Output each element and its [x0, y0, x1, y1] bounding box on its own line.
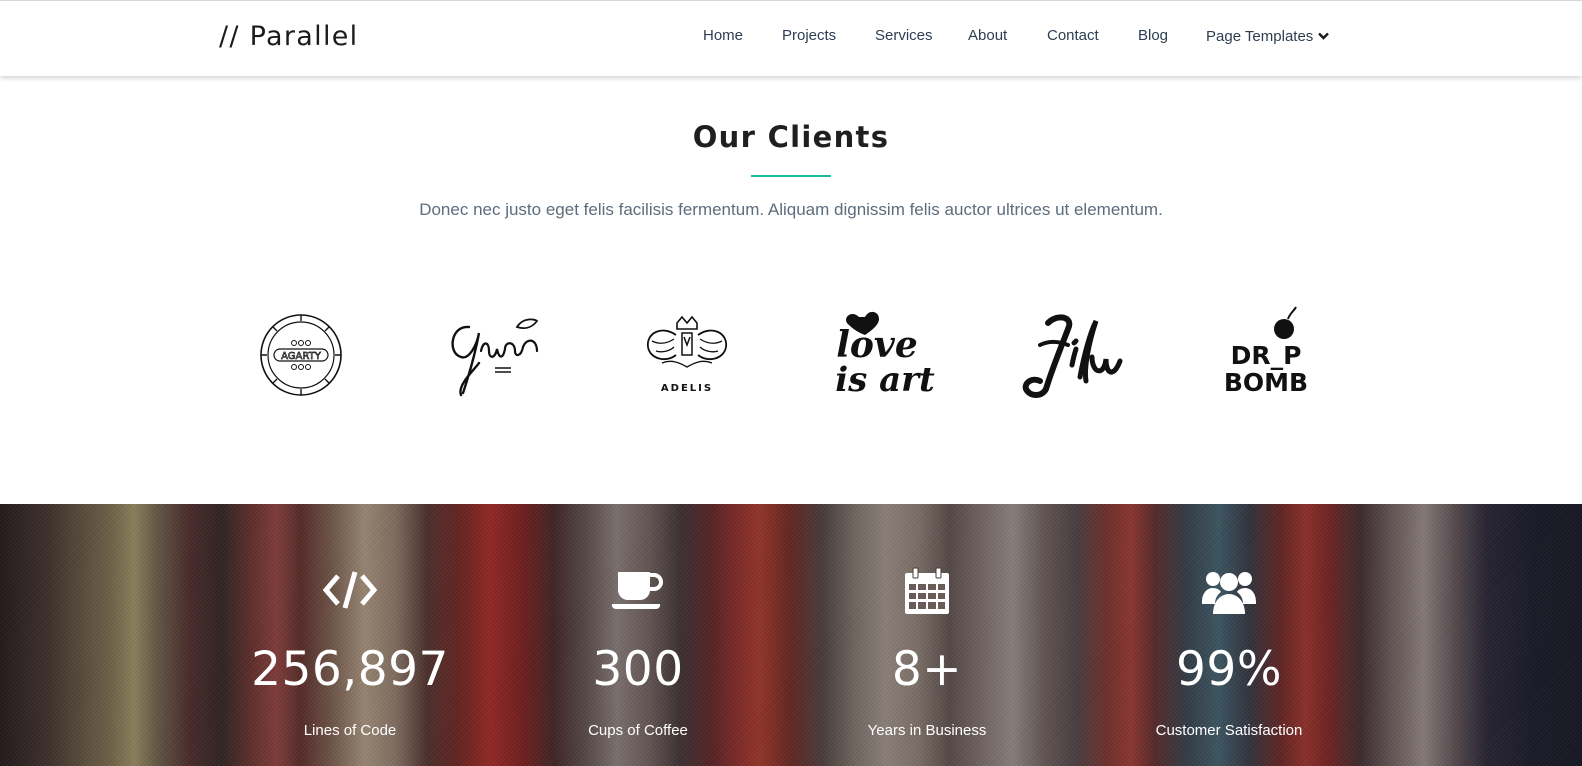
- nav-services[interactable]: Services: [875, 27, 933, 44]
- nav-page-templates[interactable]: Page Templates: [1206, 27, 1330, 45]
- svg-text:DR_P: DR_P: [1231, 341, 1302, 370]
- stat-cups-of-coffee: 300 Cups of Coffee: [508, 504, 768, 766]
- site-logo[interactable]: // Parallel: [219, 21, 358, 52]
- nav-home[interactable]: Home: [703, 27, 743, 44]
- title-divider: [751, 175, 831, 177]
- site-header: // Parallel Home Projects Services About…: [0, 0, 1582, 76]
- stat-label: Customer Satisfaction: [1155, 722, 1303, 739]
- stat-value: 99%: [1176, 642, 1282, 697]
- clients-title: Our Clients: [692, 120, 890, 154]
- client-logo-azuan: [439, 305, 549, 405]
- nav-about[interactable]: About: [968, 27, 1007, 44]
- stat-label: Cups of Coffee: [588, 722, 688, 739]
- stat-customer-satisfaction: 99% Customer Satisfaction: [1099, 504, 1359, 766]
- stat-lines-of-code: 256,897 Lines of Code: [220, 504, 480, 766]
- users-icon: [1099, 566, 1359, 622]
- client-logo-drop-bomb: DR_P BOMB: [1211, 305, 1321, 405]
- svg-text:BOMB: BOMB: [1224, 368, 1308, 397]
- clients-subtitle: Donec nec justo eget felis facilisis fer…: [419, 200, 1163, 219]
- stat-label: Years in Business: [867, 722, 987, 739]
- svg-text:AGARTY: AGARTY: [281, 351, 322, 362]
- stats-section: 256,897 Lines of Code 300 Cups of Coffee: [0, 504, 1582, 766]
- code-icon: [220, 566, 480, 622]
- calendar-icon: [797, 566, 1057, 622]
- stat-label: Lines of Code: [303, 722, 397, 739]
- stat-value: 8+: [891, 642, 963, 697]
- svg-text:is art: is art: [835, 360, 935, 400]
- nav-blog[interactable]: Blog: [1138, 27, 1168, 44]
- stat-value: 300: [592, 642, 684, 697]
- client-logo-agarty: AGARTY: [246, 305, 356, 405]
- chevron-down-icon: [1318, 27, 1330, 44]
- coffee-cup-icon: [508, 566, 768, 622]
- svg-text:ADELIS: ADELIS: [661, 383, 713, 394]
- nav-contact[interactable]: Contact: [1047, 27, 1099, 44]
- client-logo-love-is-art: love is art: [825, 305, 935, 405]
- nav-page-templates-label: Page Templates: [1206, 28, 1314, 45]
- stat-years-in-business: 8+ Years in Business: [797, 504, 1057, 766]
- client-logo-adelis: ADELIS: [632, 305, 742, 405]
- stat-value: 256,897: [251, 642, 449, 697]
- nav-projects[interactable]: Projects: [782, 27, 836, 44]
- client-logo-lilu: [1018, 305, 1128, 405]
